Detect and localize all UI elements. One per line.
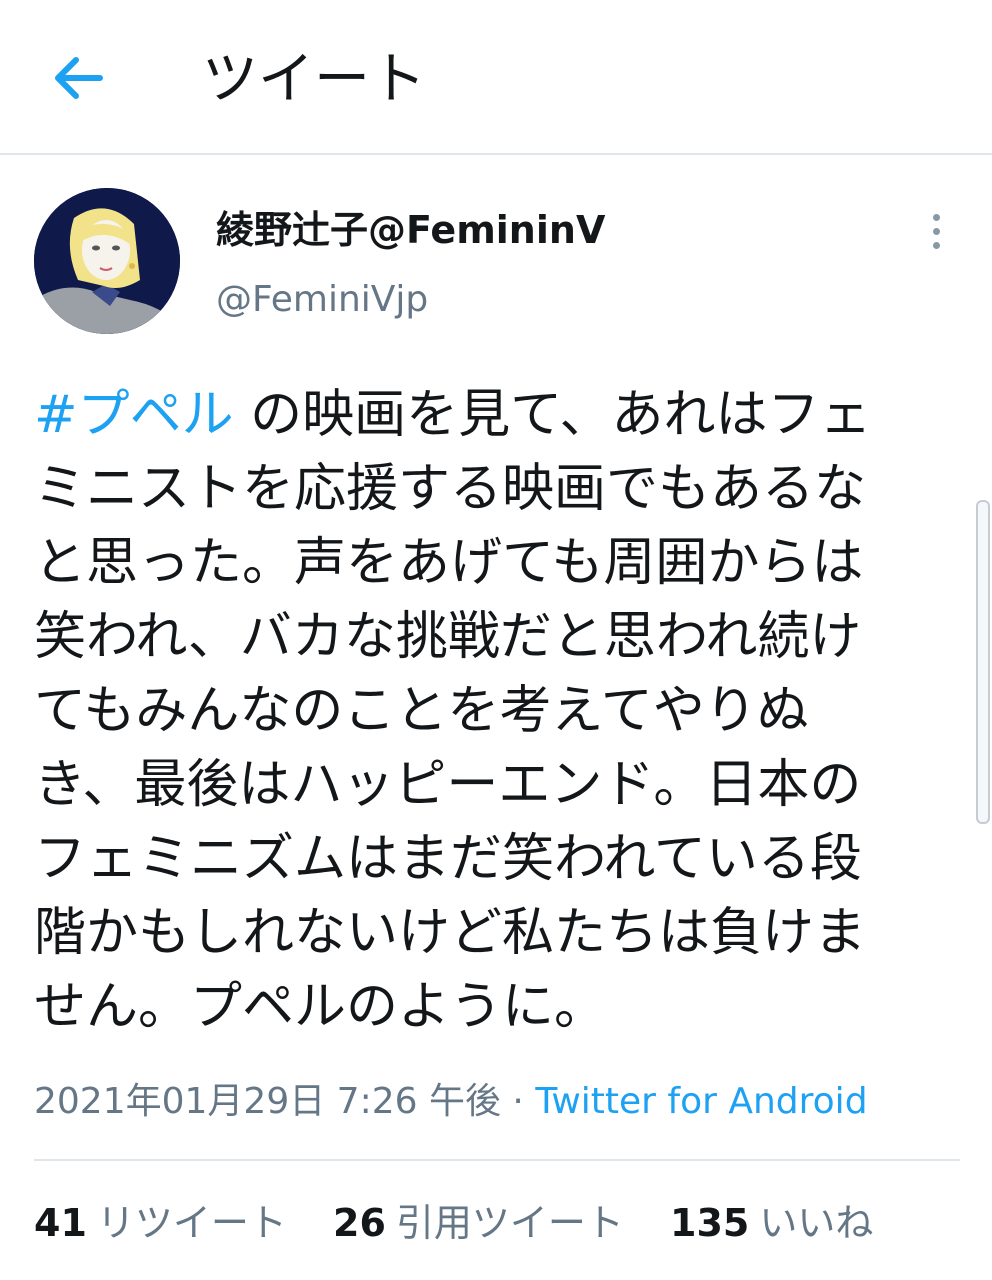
retweets-count: 41 xyxy=(34,1201,87,1245)
likes-count: 135 xyxy=(670,1201,750,1245)
page-title: ツイート xyxy=(202,47,426,112)
hashtag-link[interactable]: #プペル xyxy=(34,385,234,445)
arrow-left-icon xyxy=(55,57,103,99)
tweet-body: の映画を見て、あれはフェ ミニストを応援する映画でもあるな と思った。声をあげて… xyxy=(34,385,872,1037)
back-button[interactable] xyxy=(46,50,110,106)
app-header: ツイート xyxy=(0,0,992,154)
retweets-stat[interactable]: 41 リツイート xyxy=(34,1198,287,1248)
tweet-stats: 41 リツイート 26 引用ツイート 135 いいね xyxy=(34,1198,907,1248)
meta-divider xyxy=(34,1159,960,1161)
tweet-source-link[interactable]: Twitter for Android xyxy=(535,1081,867,1122)
likes-stat[interactable]: 135 いいね xyxy=(670,1198,873,1248)
more-options-button[interactable] xyxy=(920,208,954,256)
meta-separator: · xyxy=(500,1081,536,1122)
quotes-label: 引用ツイート xyxy=(395,1201,624,1245)
header-divider xyxy=(0,153,992,155)
likes-label: いいね xyxy=(759,1201,874,1245)
tweet-text: #プペル の映画を見て、あれはフェ ミニストを応援する映画でもあるな と思った。… xyxy=(34,378,970,1044)
tweet-meta: 2021年01月29日 7:26 午後 · Twitter for Androi… xyxy=(34,1078,868,1126)
avatar[interactable] xyxy=(34,188,180,334)
more-vertical-icon xyxy=(933,214,940,221)
avatar-illustration xyxy=(34,188,180,334)
author-handle: @FeminiVjp xyxy=(216,279,429,320)
retweets-label: リツイート xyxy=(96,1201,287,1245)
author-display-name[interactable]: 綾野辻子@FemininV xyxy=(216,205,605,255)
scrollbar-thumb[interactable] xyxy=(976,500,990,824)
quotes-count: 26 xyxy=(333,1201,386,1245)
quotes-stat[interactable]: 26 引用ツイート xyxy=(333,1198,624,1248)
tweet-timestamp[interactable]: 2021年01月29日 7:26 午後 xyxy=(34,1081,501,1122)
